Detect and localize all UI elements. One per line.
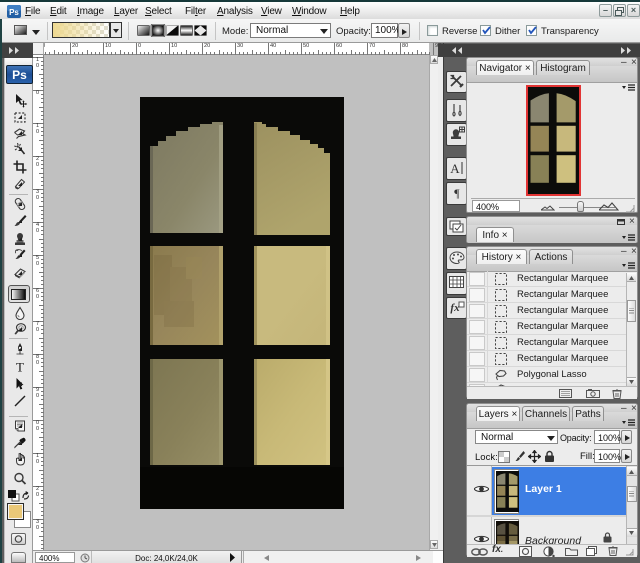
svg-text:Ps: Ps	[9, 8, 19, 17]
svg-text:T: T	[16, 359, 24, 374]
svg-text:A: A	[450, 161, 460, 175]
svg-text:¶: ¶	[454, 186, 460, 200]
svg-text:Ps: Ps	[12, 68, 27, 82]
